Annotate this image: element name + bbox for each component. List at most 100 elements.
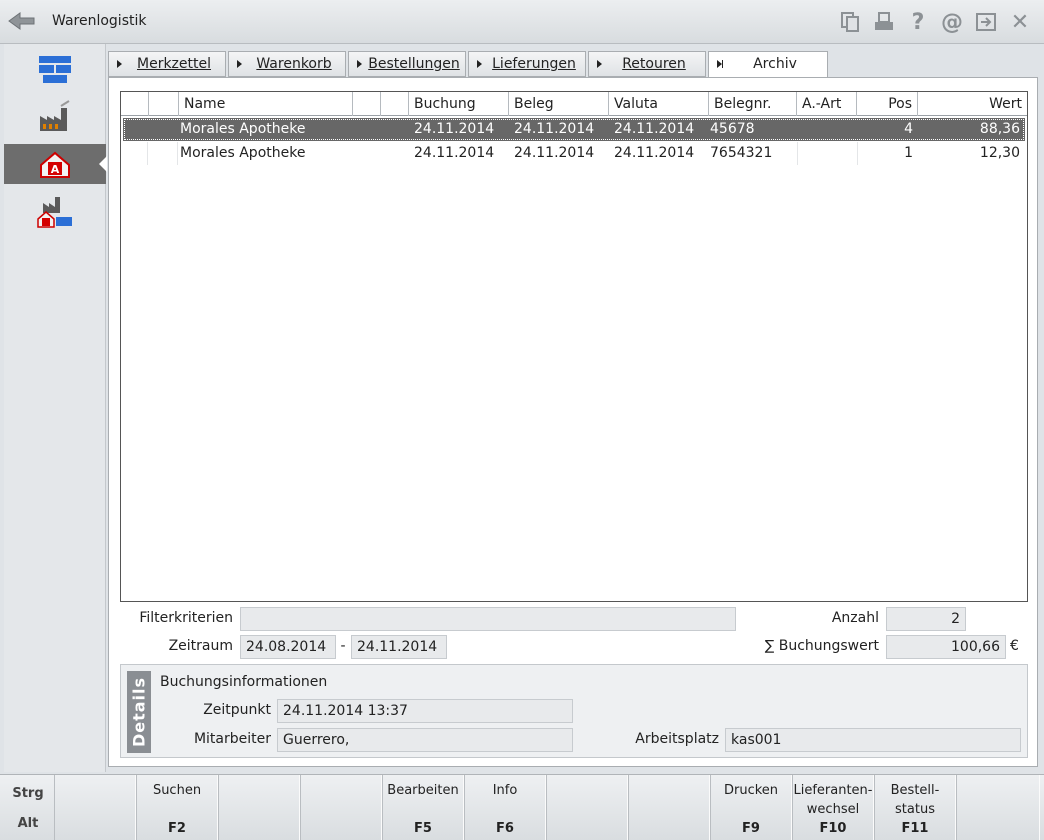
- tab-bestellungen[interactable]: Bestellungen: [348, 51, 466, 77]
- sidebar-item-pharmacy[interactable]: A: [4, 144, 107, 184]
- window-title: Warenlogistik: [52, 13, 147, 29]
- help-icon[interactable]: ?: [904, 8, 932, 36]
- suchen-button[interactable]: Suchen F2: [136, 775, 218, 840]
- title-bar: Warenlogistik ? @ ✕: [0, 0, 1044, 44]
- fkey-key: F6: [496, 821, 514, 836]
- currency-label: €: [1010, 638, 1019, 654]
- info-button[interactable]: Info F6: [464, 775, 546, 840]
- tab-archiv[interactable]: Archiv: [708, 51, 828, 79]
- column-header-marker[interactable]: [121, 92, 149, 116]
- anzahl-label: Anzahl: [831, 610, 879, 626]
- pharmacy-icon: A: [40, 151, 70, 178]
- cell-beleg: 24.11.2014: [514, 121, 595, 137]
- fkey-label: Bearbeiten: [387, 783, 459, 798]
- fkey-f3-button[interactable]: [218, 775, 300, 840]
- fkey-label: Drucken: [723, 783, 779, 798]
- exit-window-icon[interactable]: [972, 8, 1000, 36]
- details-panel: Details Buchungsinformationen Zeitpunkt …: [120, 664, 1028, 758]
- tab-warenkorb[interactable]: Warenkorb: [228, 51, 346, 77]
- filterkriterien-label: Filterkriterien: [139, 610, 233, 626]
- zeitraum-to-field[interactable]: 24.11.2014: [351, 635, 447, 659]
- column-header-buchung[interactable]: Buchung: [409, 92, 509, 116]
- back-arrow-icon[interactable]: [6, 8, 38, 34]
- arbeitsplatz-field: kas001: [725, 728, 1021, 752]
- zeitpunkt-field: 24.11.2014 13:37: [277, 699, 573, 723]
- stock-icon: [39, 56, 71, 83]
- fkey-label: Info: [492, 783, 518, 798]
- cell-pos: 1: [904, 145, 913, 161]
- tab-retouren[interactable]: Retouren: [588, 51, 706, 77]
- sidebar-item-pharmacy-supplier[interactable]: [4, 190, 106, 230]
- archive-table[interactable]: Name Buchung Beleg Valuta Belegnr. A.-Ar…: [120, 91, 1028, 602]
- lieferantenwechsel-button[interactable]: Lieferanten- wechsel F10: [792, 775, 874, 840]
- strg-modifier[interactable]: Strg: [4, 786, 52, 801]
- fkey-f12-button[interactable]: [956, 775, 1040, 840]
- fkey-key: F11: [901, 821, 929, 836]
- column-header-name[interactable]: Name: [179, 92, 353, 116]
- mitarbeiter-field: Guerrero,: [277, 728, 573, 752]
- factory-icon: [40, 100, 70, 131]
- details-tab-label: Details: [129, 676, 149, 748]
- buchungswert-field: 100,66: [886, 635, 1006, 659]
- bearbeiten-button[interactable]: Bearbeiten F5: [382, 775, 464, 840]
- svg-text:A: A: [51, 163, 60, 176]
- cell-aart: [797, 118, 857, 141]
- mitarbeiter-label: Mitarbeiter: [193, 731, 271, 747]
- fkey-f7-button[interactable]: [546, 775, 628, 840]
- cell-name: Morales Apotheke: [180, 121, 306, 137]
- column-header-blank[interactable]: [381, 92, 409, 116]
- tab-label: Bestellungen: [368, 56, 460, 72]
- fkey-label: Lieferanten- wechsel: [793, 783, 873, 817]
- cell-name: Morales Apotheke: [180, 145, 306, 161]
- cell-beleg: 24.11.2014: [514, 145, 595, 161]
- fkey-label: Suchen: [152, 783, 202, 798]
- cell-buchung: 24.11.2014: [414, 121, 495, 137]
- tab-label: Retouren: [622, 56, 686, 72]
- column-header-valuta[interactable]: Valuta: [609, 92, 709, 116]
- cell-valuta: 24.11.2014: [614, 145, 695, 161]
- tab-merkzettel[interactable]: Merkzettel: [108, 51, 226, 77]
- column-header-status[interactable]: [149, 92, 179, 116]
- close-icon[interactable]: ✕: [1006, 8, 1034, 36]
- column-header-pos[interactable]: Pos: [857, 92, 918, 116]
- filterkriterien-field: [240, 607, 736, 631]
- drucken-button[interactable]: Drucken F9: [710, 775, 792, 840]
- column-header-wert[interactable]: Wert: [918, 92, 1027, 116]
- sidebar-item-supplier[interactable]: [4, 96, 106, 136]
- alt-modifier[interactable]: Alt: [4, 816, 52, 831]
- zeitraum-label: Zeitraum: [168, 638, 233, 654]
- fkey-f4-button[interactable]: [300, 775, 382, 840]
- zeitraum-separator: -: [340, 638, 346, 654]
- fkey-f1-button[interactable]: [54, 775, 136, 840]
- column-header-aart[interactable]: A.-Art: [797, 92, 857, 116]
- copy-icon[interactable]: [836, 8, 864, 36]
- email-icon[interactable]: @: [938, 8, 966, 36]
- fkey-f8-button[interactable]: [628, 775, 710, 840]
- details-tab[interactable]: Details: [127, 671, 151, 753]
- print-icon[interactable]: [870, 8, 898, 36]
- tab-label: Warenkorb: [256, 56, 332, 72]
- column-separator: [147, 142, 148, 165]
- tab-lieferungen[interactable]: Lieferungen: [468, 51, 586, 77]
- cell-aart: [797, 142, 857, 165]
- cell-valuta: 24.11.2014: [614, 121, 695, 137]
- column-header-blank[interactable]: [353, 92, 381, 116]
- column-header-beleg[interactable]: Beleg: [509, 92, 609, 116]
- cell-pos: 4: [904, 121, 913, 137]
- arbeitsplatz-label: Arbeitsplatz: [635, 731, 719, 747]
- fkey-label: Bestell- status: [890, 783, 940, 817]
- bestellstatus-button[interactable]: Bestell- status F11: [874, 775, 956, 840]
- tab-label: Archiv: [753, 56, 797, 72]
- table-row[interactable]: Morales Apotheke 24.11.2014 24.11.2014 2…: [123, 118, 1025, 141]
- buchungswert-label: ∑ Buchungswert: [764, 638, 879, 654]
- zeitraum-from-field[interactable]: 24.08.2014: [240, 635, 336, 659]
- column-header-belegnr[interactable]: Belegnr.: [709, 92, 797, 116]
- function-key-bar: Strg Alt Suchen F2 Bearbeiten F5 Info F6 Dr…: [0, 774, 1044, 840]
- sidebar-item-stock[interactable]: [4, 50, 106, 90]
- tab-label: Merkzettel: [137, 56, 211, 72]
- table-row[interactable]: Morales Apotheke 24.11.2014 24.11.2014 2…: [123, 142, 1025, 165]
- sidebar: A: [4, 44, 107, 772]
- fkey-key: F9: [742, 821, 760, 836]
- cell-wert: 88,36: [979, 121, 1020, 137]
- table-header: Name Buchung Beleg Valuta Belegnr. A.-Ar…: [121, 92, 1027, 116]
